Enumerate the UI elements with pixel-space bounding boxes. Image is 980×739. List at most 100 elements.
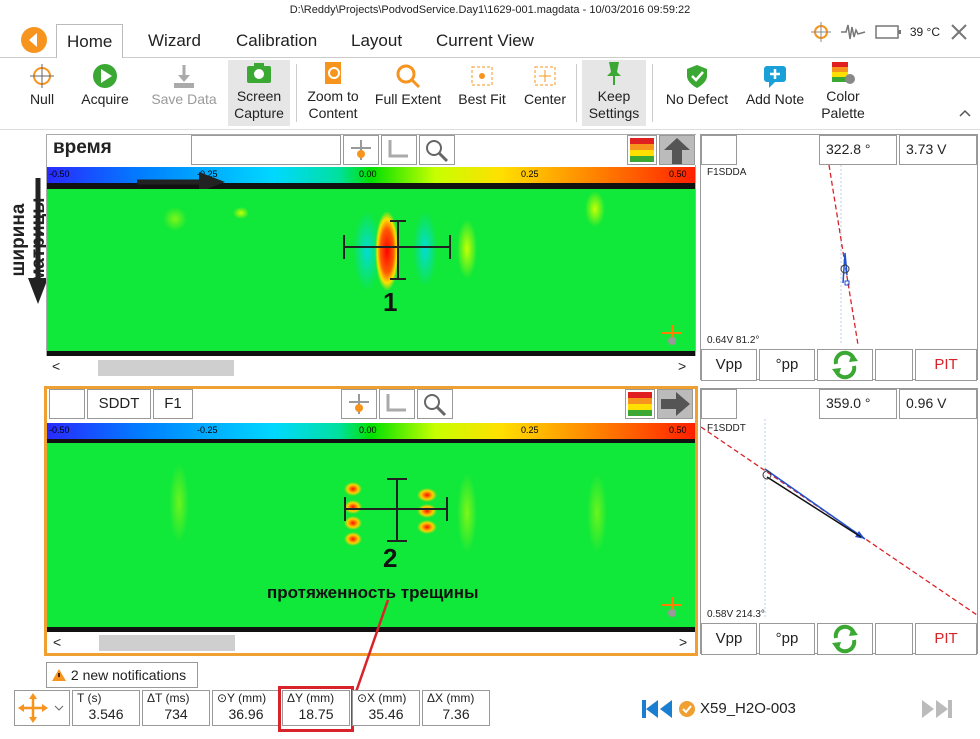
color-palette-button[interactable]: Color Palette (816, 60, 870, 126)
direction-up-button[interactable] (659, 135, 695, 165)
notifications-button[interactable]: 2 new notifications (46, 662, 198, 688)
refresh-button[interactable] (817, 623, 873, 655)
vpp-button[interactable]: Vpp (701, 623, 757, 655)
voltage-field[interactable]: 3.73 V (899, 135, 977, 165)
arrow-right-icon (661, 392, 690, 416)
direction-right-button[interactable] (657, 389, 693, 419)
null-button[interactable]: Null (22, 60, 62, 126)
phase-pp-button[interactable]: °pp (759, 349, 815, 381)
ribbon: Null Acquire Save Data Screen Capture Zo… (0, 58, 980, 130)
download-icon (174, 65, 194, 88)
highlight-box (278, 686, 354, 732)
screen-capture-button[interactable]: Screen Capture (228, 60, 290, 126)
mode-field[interactable]: SDDT (87, 389, 151, 419)
tab-calibration[interactable]: Calibration (226, 24, 327, 58)
first-file-icon[interactable] (640, 698, 674, 720)
add-note-button[interactable]: Add Note (740, 60, 810, 126)
crosshair-icon (30, 64, 54, 88)
stat-delta-t: ΔT (ms) 734 (142, 690, 210, 726)
vpp-button[interactable]: Vpp (701, 349, 757, 381)
stat-y: ⊙Y (mm) 36.96 (212, 690, 280, 726)
probe-cursor-icon[interactable] (659, 595, 685, 621)
scan-heatmap (163, 191, 605, 291)
scroll-thumb[interactable] (98, 360, 234, 376)
full-extent-button[interactable]: Full Extent (370, 60, 446, 126)
bottom-color-scale: -0.50 -0.25 0.00 0.25 0.50 (47, 423, 695, 439)
stat-label: T (s) (77, 691, 102, 705)
angle-field[interactable]: 322.8 ° (819, 135, 897, 165)
warning-icon (52, 669, 66, 681)
pit-button[interactable]: PIT (915, 623, 977, 655)
pit-button[interactable]: PIT (915, 349, 977, 381)
zoom-to-content-label: Zoom to Content (307, 88, 359, 121)
no-defect-button[interactable]: No Defect (660, 60, 734, 126)
channel-select[interactable] (701, 389, 737, 419)
camera-icon (247, 63, 271, 83)
angle-value: 359.0 ° (826, 395, 871, 411)
tab-home[interactable]: Home (56, 24, 124, 58)
best-fit-icon (471, 66, 493, 86)
scale-tick: 0.25 (521, 425, 539, 435)
channel-select[interactable] (701, 135, 737, 165)
move-tool-button[interactable] (14, 690, 70, 726)
palette-button[interactable] (625, 389, 655, 419)
phase-pp-button[interactable]: °pp (759, 623, 815, 655)
stat-value: 7.36 (442, 706, 470, 722)
refresh-button[interactable] (817, 349, 873, 381)
probe-tool-button[interactable] (341, 389, 377, 419)
center-label: Center (523, 91, 567, 107)
stat-value: 3.546 (88, 706, 124, 722)
scale-tick: 0.00 (359, 425, 377, 435)
acquire-label: Acquire (81, 91, 129, 107)
scroll-left-icon[interactable]: < (53, 634, 61, 650)
save-data-button[interactable]: Save Data (144, 60, 224, 126)
probe-tool-button[interactable] (343, 135, 379, 165)
zoom-icon (426, 140, 449, 163)
pin-icon (607, 62, 621, 85)
top-field[interactable] (191, 135, 341, 165)
frequency-field[interactable]: F1 (153, 389, 193, 419)
top-lissajous-panel: 322.8 ° 3.73 V F1SDDA 0.64V 81.2° Vpp °p… (700, 134, 978, 381)
keep-settings-button[interactable]: Keep Settings (582, 60, 646, 126)
stat-delta-x: ΔX (mm) 7.36 (422, 690, 490, 726)
scroll-left-icon[interactable]: < (52, 358, 60, 374)
keep-settings-label: Keep Settings (588, 88, 640, 121)
last-file-icon[interactable] (920, 698, 954, 720)
ribbon-divider (296, 64, 297, 122)
check-circle-icon (679, 701, 695, 717)
collapse-ribbon-icon[interactable] (958, 108, 972, 118)
zoom-tool-button[interactable] (417, 389, 453, 419)
tab-wizard[interactable]: Wizard (138, 24, 211, 58)
tab-current-view[interactable]: Current View (426, 24, 544, 58)
back-icon[interactable] (20, 26, 48, 54)
screen-capture-label: Screen Capture (234, 88, 284, 121)
angle-field[interactable]: 359.0 ° (819, 389, 897, 419)
acquire-button[interactable]: Acquire (74, 60, 136, 126)
best-fit-button[interactable]: Best Fit (454, 60, 510, 126)
axis-tool-button[interactable] (379, 389, 415, 419)
probe-cursor-icon[interactable] (659, 323, 685, 349)
blank-button[interactable] (875, 349, 913, 381)
palette-button[interactable] (627, 135, 657, 165)
add-note-icon (764, 66, 786, 88)
scroll-right-icon[interactable]: > (678, 358, 686, 374)
marker-1: 1 (383, 287, 398, 317)
bottom-lissajous-panel: 359.0 ° 0.96 V F1SDDT 0.58V 214.3° Vpp °… (700, 388, 978, 655)
scroll-right-icon[interactable]: > (679, 634, 687, 650)
center-button[interactable]: Center (520, 60, 570, 126)
ribbon-divider (652, 64, 653, 122)
refresh-icon (832, 350, 858, 380)
top-hscroll[interactable]: < > (46, 356, 696, 380)
axis-tool-button[interactable] (381, 135, 417, 165)
tab-layout[interactable]: Layout (341, 24, 412, 58)
zoom-to-content-button[interactable]: Zoom to Content (300, 60, 366, 126)
channel-select[interactable] (49, 389, 85, 419)
palette-icon (832, 62, 855, 84)
voltage-field[interactable]: 0.96 V (899, 389, 977, 419)
scale-tick: 0.25 (521, 169, 539, 179)
blank-button[interactable] (875, 623, 913, 655)
zoom-tool-button[interactable] (419, 135, 455, 165)
scroll-thumb[interactable] (99, 635, 235, 651)
probe-icon (351, 140, 371, 160)
reading-value: 0.58V 214.3° (707, 609, 765, 620)
